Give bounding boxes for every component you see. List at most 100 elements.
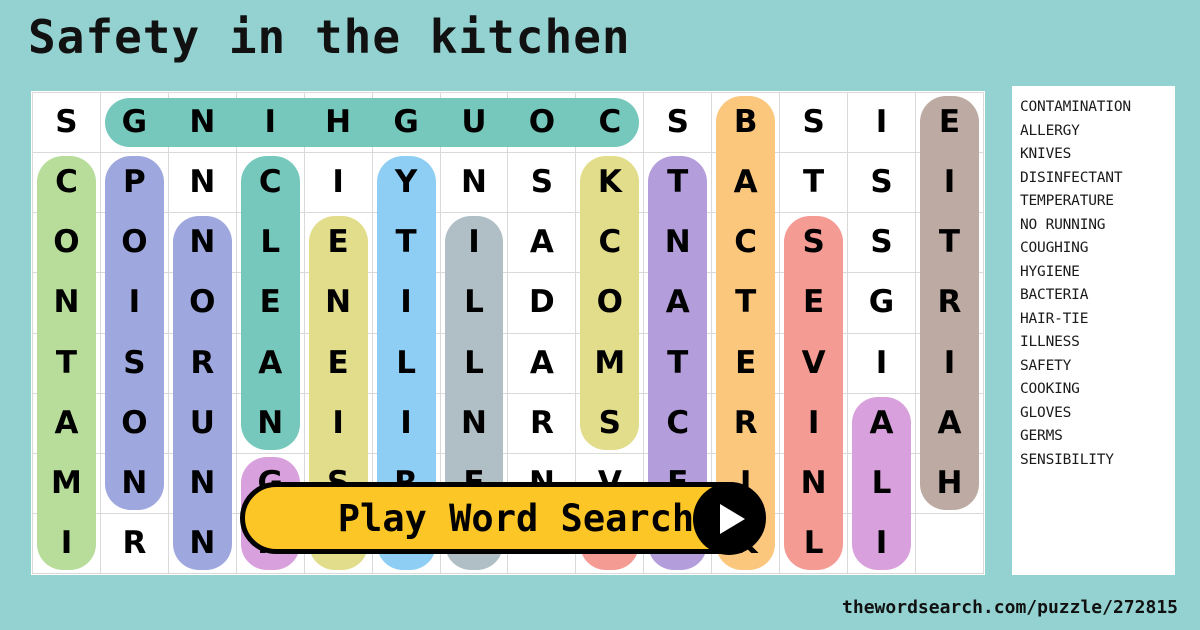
grid-cell[interactable]: I [371,272,441,334]
grid-cell[interactable]: A [32,392,101,454]
grid-cell[interactable]: I [847,332,916,394]
grid-cell[interactable]: I [439,212,509,274]
grid-cell[interactable]: E [914,91,985,154]
grid-cell[interactable]: B [711,91,781,154]
grid-cell[interactable]: N [167,152,237,214]
grid-cell[interactable]: R [507,392,577,454]
grid-cell[interactable]: I [303,152,373,214]
grid-cell[interactable]: D [507,272,577,334]
grid-cell[interactable]: O [99,212,169,274]
grid-cell[interactable]: I [99,272,169,334]
grid-cell[interactable]: L [439,332,509,394]
grid-cell[interactable]: N [167,212,237,274]
grid-cell[interactable]: A [643,272,713,334]
grid-cell[interactable]: S [779,91,849,154]
grid-cell[interactable]: N [32,272,101,334]
grid-cell[interactable]: O [167,272,237,334]
grid-cell[interactable]: E [711,332,781,394]
grid-cell[interactable]: N [235,392,305,454]
grid-cell[interactable]: S [99,332,169,394]
grid-cell[interactable]: L [847,452,916,514]
grid-cell[interactable]: T [711,272,781,334]
grid-cell[interactable]: A [235,332,305,394]
grid-cell[interactable] [914,512,985,575]
grid-cell[interactable]: S [643,91,713,154]
grid-cell[interactable]: A [914,392,985,454]
grid-cell[interactable]: O [99,392,169,454]
grid-cell[interactable]: O [32,212,101,274]
grid-letter: E [803,284,825,321]
grid-cell[interactable]: I [847,512,916,575]
grid-cell[interactable]: I [847,91,916,154]
grid-cell[interactable]: I [371,392,441,454]
grid-cell[interactable]: H [303,91,373,154]
grid-cell[interactable]: H [914,452,985,514]
grid-cell[interactable]: Y [371,152,441,214]
grid-cell[interactable]: C [575,91,645,154]
grid-cell[interactable]: O [575,272,645,334]
grid-cell[interactable]: V [779,332,849,394]
grid-cell[interactable]: E [235,272,305,334]
grid-cell[interactable]: L [439,272,509,334]
grid-cell[interactable]: G [371,91,441,154]
grid-cell[interactable]: C [235,152,305,214]
grid-cell[interactable]: N [167,452,237,514]
grid-cell[interactable]: P [99,152,169,214]
grid-cell[interactable]: T [32,332,101,394]
grid-cell[interactable]: S [32,91,101,154]
grid-cell[interactable]: O [507,91,577,154]
grid-cell[interactable]: U [439,91,509,154]
grid-cell[interactable]: I [32,512,101,575]
grid-cell[interactable]: R [914,272,985,334]
grid-cell[interactable]: I [914,332,985,394]
grid-cell[interactable]: K [575,152,645,214]
grid-cell[interactable]: N [303,272,373,334]
grid-cell-inner: H [916,452,983,513]
play-word-search-button[interactable]: Play Word Search [240,482,766,555]
grid-cell[interactable]: A [711,152,781,214]
grid-cell[interactable]: T [371,212,441,274]
grid-cell[interactable]: C [711,212,781,274]
grid-cell[interactable]: S [847,212,916,274]
grid-cell[interactable]: C [575,212,645,274]
grid-cell[interactable]: N [99,452,169,514]
grid-cell[interactable]: G [99,91,169,154]
grid-cell[interactable]: I [779,392,849,454]
grid-cell[interactable]: N [167,91,237,154]
grid-cell[interactable]: U [167,392,237,454]
grid-cell[interactable]: R [711,392,781,454]
grid-cell[interactable]: A [507,212,577,274]
grid-cell[interactable]: N [643,212,713,274]
grid-cell[interactable]: I [303,392,373,454]
grid-cell[interactable]: L [779,512,849,575]
grid-cell[interactable]: L [235,212,305,274]
grid-cell[interactable]: C [32,152,101,214]
grid-cell[interactable]: E [779,272,849,334]
grid-cell[interactable]: T [643,152,713,214]
grid-cell[interactable]: T [643,332,713,394]
grid-cell[interactable]: S [575,392,645,454]
grid-cell[interactable]: G [847,272,916,334]
grid-cell[interactable]: I [914,152,985,214]
grid-cell[interactable]: N [439,152,509,214]
grid-cell[interactable]: S [779,212,849,274]
grid-cell[interactable]: T [779,152,849,214]
grid-cell[interactable]: N [439,392,509,454]
grid-cell[interactable]: I [235,91,305,154]
grid-cell[interactable]: R [99,512,169,575]
grid-cell[interactable]: N [779,452,849,514]
grid-cell[interactable]: A [507,332,577,394]
grid-cell[interactable]: L [371,332,441,394]
grid-cell[interactable]: T [914,212,985,274]
grid-cell-inner: N [169,512,236,573]
grid-cell[interactable]: N [167,512,237,575]
grid-cell[interactable]: R [167,332,237,394]
grid-cell[interactable]: E [303,212,373,274]
grid-cell[interactable]: S [507,152,577,214]
grid-cell[interactable]: E [303,332,373,394]
grid-cell[interactable]: S [847,152,916,214]
grid-cell[interactable]: M [575,332,645,394]
grid-cell[interactable]: M [32,452,101,514]
grid-cell[interactable]: C [643,392,713,454]
grid-cell[interactable]: A [847,392,916,454]
